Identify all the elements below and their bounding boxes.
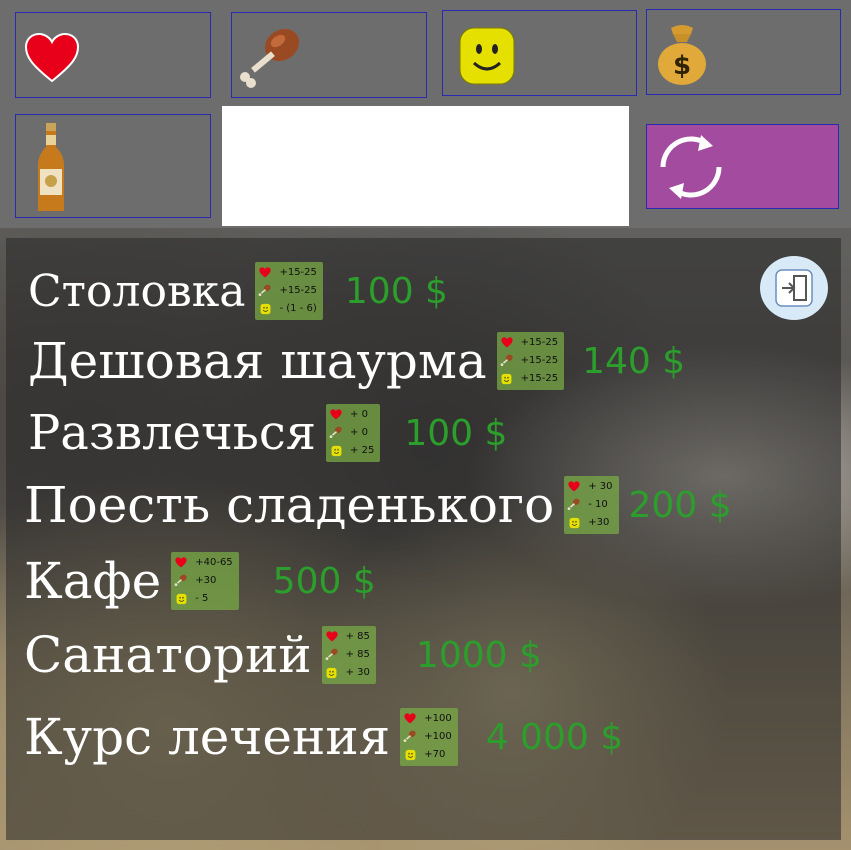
food-change: +100 (424, 731, 452, 742)
menu-item-price: 100 $ (404, 412, 508, 454)
stats-box: +100 +100 +70 (400, 708, 458, 766)
menu-item[interactable]: Поесть сладенького + 30 - 10 +30 200 $ (24, 476, 732, 534)
exit-door-icon (775, 269, 813, 307)
food-change: +15-25 (279, 285, 317, 296)
menu-item-name: Поесть сладенького (24, 476, 555, 534)
menu-item[interactable]: Санаторий + 85 + 85 + 30 1000 $ (24, 626, 542, 684)
drumstick-icon (325, 649, 338, 661)
food-change: + 0 (350, 427, 368, 438)
heart-icon (404, 713, 416, 724)
menu-item[interactable]: Курс лечения +100 +100 +70 4 000 $ (24, 708, 623, 766)
food-slot[interactable] (231, 12, 427, 98)
mood-change: +70 (424, 749, 446, 760)
smiley-icon (569, 518, 580, 529)
food-change: - 10 (588, 499, 608, 510)
drink-slot[interactable] (15, 114, 211, 218)
health-change: +40-65 (195, 557, 233, 568)
health-slot[interactable] (15, 12, 211, 98)
mood-change: + 25 (350, 445, 375, 456)
drumstick-icon (329, 427, 342, 439)
health-change: + 30 (588, 481, 613, 492)
refresh-icon (660, 135, 722, 199)
drumstick-icon (500, 355, 513, 367)
menu-item[interactable]: Развлечься + 0 + 0 + 25 100 $ (28, 404, 507, 462)
mood-change: - 5 (195, 593, 209, 604)
smiley-icon (331, 446, 341, 457)
menu-item-price: 1000 $ (415, 634, 542, 676)
heart-icon (568, 481, 580, 492)
mood-change: +15-25 (520, 373, 559, 384)
health-change: +15-25 (279, 267, 317, 278)
smiley-icon (501, 374, 512, 385)
menu-item-name: Дешовая шаурма (28, 332, 487, 390)
stats-box: + 0 + 0 + 25 (326, 404, 381, 462)
smiley-icon (405, 750, 416, 761)
drumstick-icon (567, 499, 580, 511)
stats-box: +15-25 +15-25 - (1 - 6) (255, 262, 323, 320)
health-change: +100 (424, 713, 452, 724)
menu-item-name: Столовка (28, 265, 246, 317)
empty-panel (222, 106, 629, 226)
exit-button[interactable] (760, 256, 828, 320)
menu-item[interactable]: Кафе +40-65 +30 - 5 500 $ (24, 552, 376, 610)
drumstick-icon (174, 575, 187, 587)
menu-item-price: 100 $ (344, 270, 448, 312)
stats-box: + 85 + 85 + 30 (321, 626, 376, 684)
heart-icon (330, 409, 342, 420)
heart-icon (24, 33, 80, 83)
stats-box: +15-25 +15-25 +15-25 (496, 332, 565, 390)
money-slot[interactable]: $ (646, 9, 841, 95)
food-change: + 85 (345, 649, 370, 660)
menu-item-price: 200 $ (628, 484, 732, 526)
food-change: +30 (195, 575, 217, 586)
heart-icon (175, 557, 187, 568)
menu-item-price: 4 000 $ (485, 716, 624, 758)
drumstick-icon (240, 28, 300, 88)
mood-change: +30 (588, 517, 610, 528)
svg-text:$: $ (673, 51, 691, 81)
menu-item-name: Курс лечения (24, 708, 391, 766)
heart-icon (259, 267, 272, 278)
smiley-icon (260, 304, 271, 315)
mood-slot[interactable] (442, 10, 637, 96)
food-change: +15-25 (520, 355, 559, 366)
drumstick-icon (403, 731, 416, 743)
health-change: +15-25 (520, 337, 559, 348)
menu-item[interactable]: Столовка +15-25 +15-25 - (1 - 6) 100 $ (28, 262, 448, 320)
money-bag-icon: $ (658, 25, 706, 85)
drumstick-icon (259, 285, 272, 297)
menu-item-price: 500 $ (272, 560, 376, 602)
mood-change: - (1 - 6) (279, 303, 317, 314)
menu-item-name: Санаторий (24, 626, 312, 684)
health-change: + 0 (350, 409, 368, 420)
menu-item-name: Развлечься (28, 405, 317, 461)
mood-change: + 30 (345, 667, 370, 678)
beer-bottle-icon (38, 123, 64, 211)
heart-icon (326, 631, 338, 642)
refresh-button[interactable] (646, 124, 839, 209)
health-change: + 85 (345, 631, 370, 642)
heart-icon (501, 337, 513, 348)
top-bar: $ (0, 0, 851, 228)
menu-item-price: 140 $ (582, 340, 686, 382)
menu-item[interactable]: Дешовая шаурма +15-25 +15-25 +15-25 140 $ (28, 332, 685, 390)
smiley-icon (176, 594, 187, 605)
stats-box: + 30 - 10 +30 (564, 476, 619, 534)
smiley-icon (459, 27, 515, 85)
smiley-icon (326, 668, 337, 679)
stats-box: +40-65 +30 - 5 (171, 552, 239, 610)
menu-item-name: Кафе (24, 552, 162, 610)
